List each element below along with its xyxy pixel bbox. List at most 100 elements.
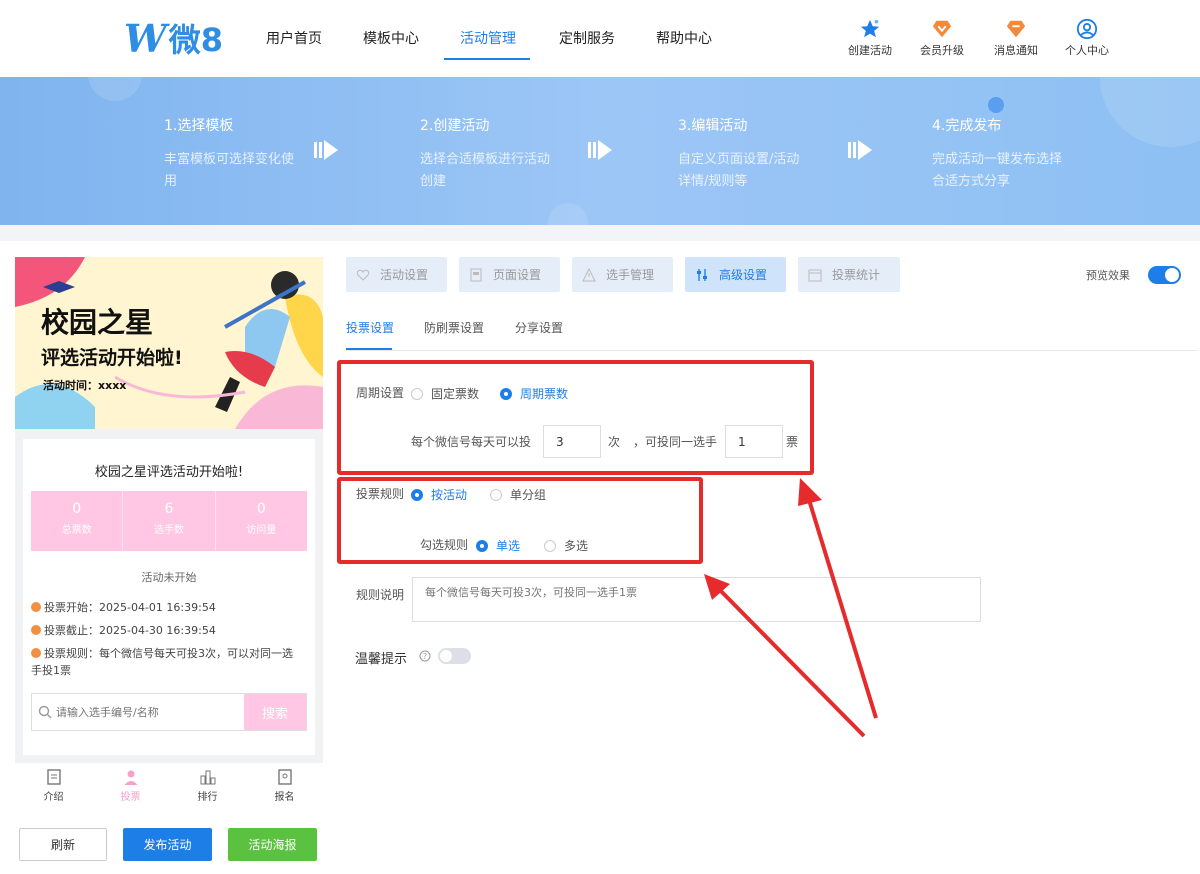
tab-label: 活动设置 (380, 268, 429, 282)
search-button[interactable]: 搜索 (244, 694, 306, 730)
stat-total-votes: 0 总票数 (31, 491, 124, 551)
user-icon (124, 770, 137, 785)
brand-logo[interactable]: W 微8 (124, 15, 223, 61)
vote-start-info: 投票开始：2025-04-01 16:39:54 (31, 599, 303, 616)
poster-title: 校园之星 (41, 306, 154, 339)
logo-letter: W (124, 15, 167, 61)
activity-status: 活动未开始 (141, 571, 197, 584)
stat-contestants: 6 选手数 (123, 491, 216, 551)
step-title: 4.完成发布 (932, 118, 1002, 134)
step-title: 1.选择模板 (164, 118, 234, 134)
top-navigation: W 微8 用户首页 模板中心 活动管理 定制服务 帮助中心 创建活动 会员升级 … (0, 0, 1200, 77)
preview-effect-label: 预览效果 (1086, 269, 1130, 282)
tabbar-item-signup[interactable]: 报名 (246, 763, 323, 807)
svg-text:?: ? (423, 652, 427, 661)
steps-banner: 1.选择模板 丰富模板可选择变化使用 2.创建活动 选择合适模板进行活动创建 3… (0, 77, 1200, 225)
banner-decoration (988, 97, 1004, 113)
nav-item-help[interactable]: 帮助中心 (656, 28, 712, 48)
tips-toggle[interactable] (438, 648, 471, 664)
tab-activity-settings[interactable]: 活动设置 (346, 257, 447, 292)
create-activity-button[interactable]: 创建活动 (840, 18, 900, 58)
question-icon[interactable]: ? (419, 650, 431, 662)
tab-page-settings[interactable]: 页面设置 (459, 257, 560, 292)
vote-start-text: 投票开始：2025-04-01 16:39:54 (44, 601, 216, 614)
heart-icon (356, 269, 370, 281)
step-4: 4.完成发布 完成活动一键发布选择合适方式分享 (932, 115, 1062, 193)
nav-item-templates[interactable]: 模板中心 (363, 28, 419, 48)
ranking-icon (200, 770, 215, 785)
activity-poster: 校园之星 评选活动开始啦! 活动时间：xxxx (15, 257, 323, 429)
double-arrow-icon (314, 140, 338, 160)
nav-item-activity-management[interactable]: 活动管理 (460, 28, 516, 48)
tab-advanced-settings[interactable]: 高级设置 (685, 257, 786, 292)
create-activity-label: 创建活动 (848, 44, 892, 57)
tab-label: 选手管理 (606, 268, 655, 282)
logo-text: 微8 (168, 21, 223, 59)
step-description: 完成活动一键发布选择合适方式分享 (932, 152, 1063, 189)
nav-active-indicator (444, 58, 530, 60)
star-icon (860, 19, 880, 38)
annotation-box-period (337, 360, 814, 475)
section-divider (0, 225, 1200, 241)
vote-end-info: 投票截止：2025-04-30 16:39:54 (31, 622, 303, 639)
stat-value: 6 (164, 501, 174, 517)
subtab-anti-fraud-settings[interactable]: 防刷票设置 (424, 319, 484, 336)
publish-activity-button[interactable]: 发布活动 (123, 828, 212, 861)
tabbar-label: 介绍 (43, 792, 64, 803)
activity-poster-button[interactable]: 活动海报 (228, 828, 317, 861)
tab-label: 高级设置 (719, 268, 768, 282)
tab-vote-statistics[interactable]: 投票统计 (798, 257, 900, 292)
annotation-box-rule (337, 477, 703, 564)
subtab-divider (346, 350, 1198, 351)
stat-value: 0 (256, 501, 266, 517)
notifications-button[interactable]: 消息通知 (986, 18, 1046, 58)
banner-decoration (548, 203, 588, 225)
tab-label: 页面设置 (493, 268, 542, 282)
activity-card-title: 校园之星评选活动开始啦! (94, 465, 244, 480)
member-upgrade-button[interactable]: 会员升级 (912, 18, 972, 58)
phone-preview: 校园之星 评选活动开始啦! 活动时间：xxxx 校园之星评选活动开始啦! 0 总… (15, 257, 323, 807)
tabbar-label: 投票 (120, 792, 141, 803)
tab-label: 投票统计 (832, 268, 881, 282)
tabbar-item-vote[interactable]: 投票 (92, 763, 169, 807)
page-icon (470, 268, 482, 281)
stat-label: 访问量 (246, 525, 277, 536)
clock-icon (31, 602, 41, 612)
info-icon (31, 648, 41, 658)
search-input[interactable] (56, 694, 236, 730)
user-circle-icon (1076, 18, 1098, 40)
double-arrow-icon (848, 140, 872, 160)
rule-description-textarea[interactable] (412, 577, 981, 622)
tabbar-item-ranking[interactable]: 排行 (169, 763, 246, 807)
calendar-icon (808, 269, 822, 281)
tabbar-label: 报名 (274, 792, 295, 803)
subtab-vote-settings[interactable]: 投票设置 (346, 319, 394, 336)
preview-effect-toggle[interactable] (1148, 266, 1181, 284)
stats-panel: 0 总票数 6 选手数 0 访问量 (31, 491, 307, 551)
sliders-icon (697, 268, 707, 281)
stat-label: 总票数 (61, 525, 92, 536)
diamond-badge-icon (932, 20, 952, 38)
warning-icon (582, 267, 596, 281)
profile-button[interactable]: 个人中心 (1057, 18, 1117, 58)
nav-item-custom-service[interactable]: 定制服务 (559, 28, 615, 48)
step-description: 选择合适模板进行活动创建 (420, 152, 551, 189)
notifications-label: 消息通知 (994, 44, 1038, 57)
step-description: 丰富模板可选择变化使用 (164, 152, 295, 189)
contestant-search: 搜索 (31, 693, 307, 731)
member-upgrade-label: 会员升级 (920, 44, 964, 57)
annotation-arrowhead (798, 478, 822, 506)
subtab-share-settings[interactable]: 分享设置 (515, 319, 563, 336)
tab-contestant-management[interactable]: 选手管理 (572, 257, 673, 292)
banner-decoration (88, 77, 142, 101)
step-1: 1.选择模板 丰富模板可选择变化使用 (164, 115, 294, 193)
step-title: 3.编辑活动 (678, 118, 748, 134)
tabbar-item-intro[interactable]: 介绍 (15, 763, 92, 807)
vote-rule-text: 投票规则：每个微信号每天可投3次，可以对同一选手投1票 (31, 647, 293, 677)
double-arrow-icon (588, 140, 612, 160)
vote-end-text: 投票截止：2025-04-30 16:39:54 (44, 624, 216, 637)
message-badge-icon (1006, 20, 1026, 38)
vote-rule-info: 投票规则：每个微信号每天可投3次，可以对同一选手投1票 (31, 645, 303, 679)
nav-item-home[interactable]: 用户首页 (266, 28, 322, 48)
refresh-button[interactable]: 刷新 (19, 828, 107, 861)
